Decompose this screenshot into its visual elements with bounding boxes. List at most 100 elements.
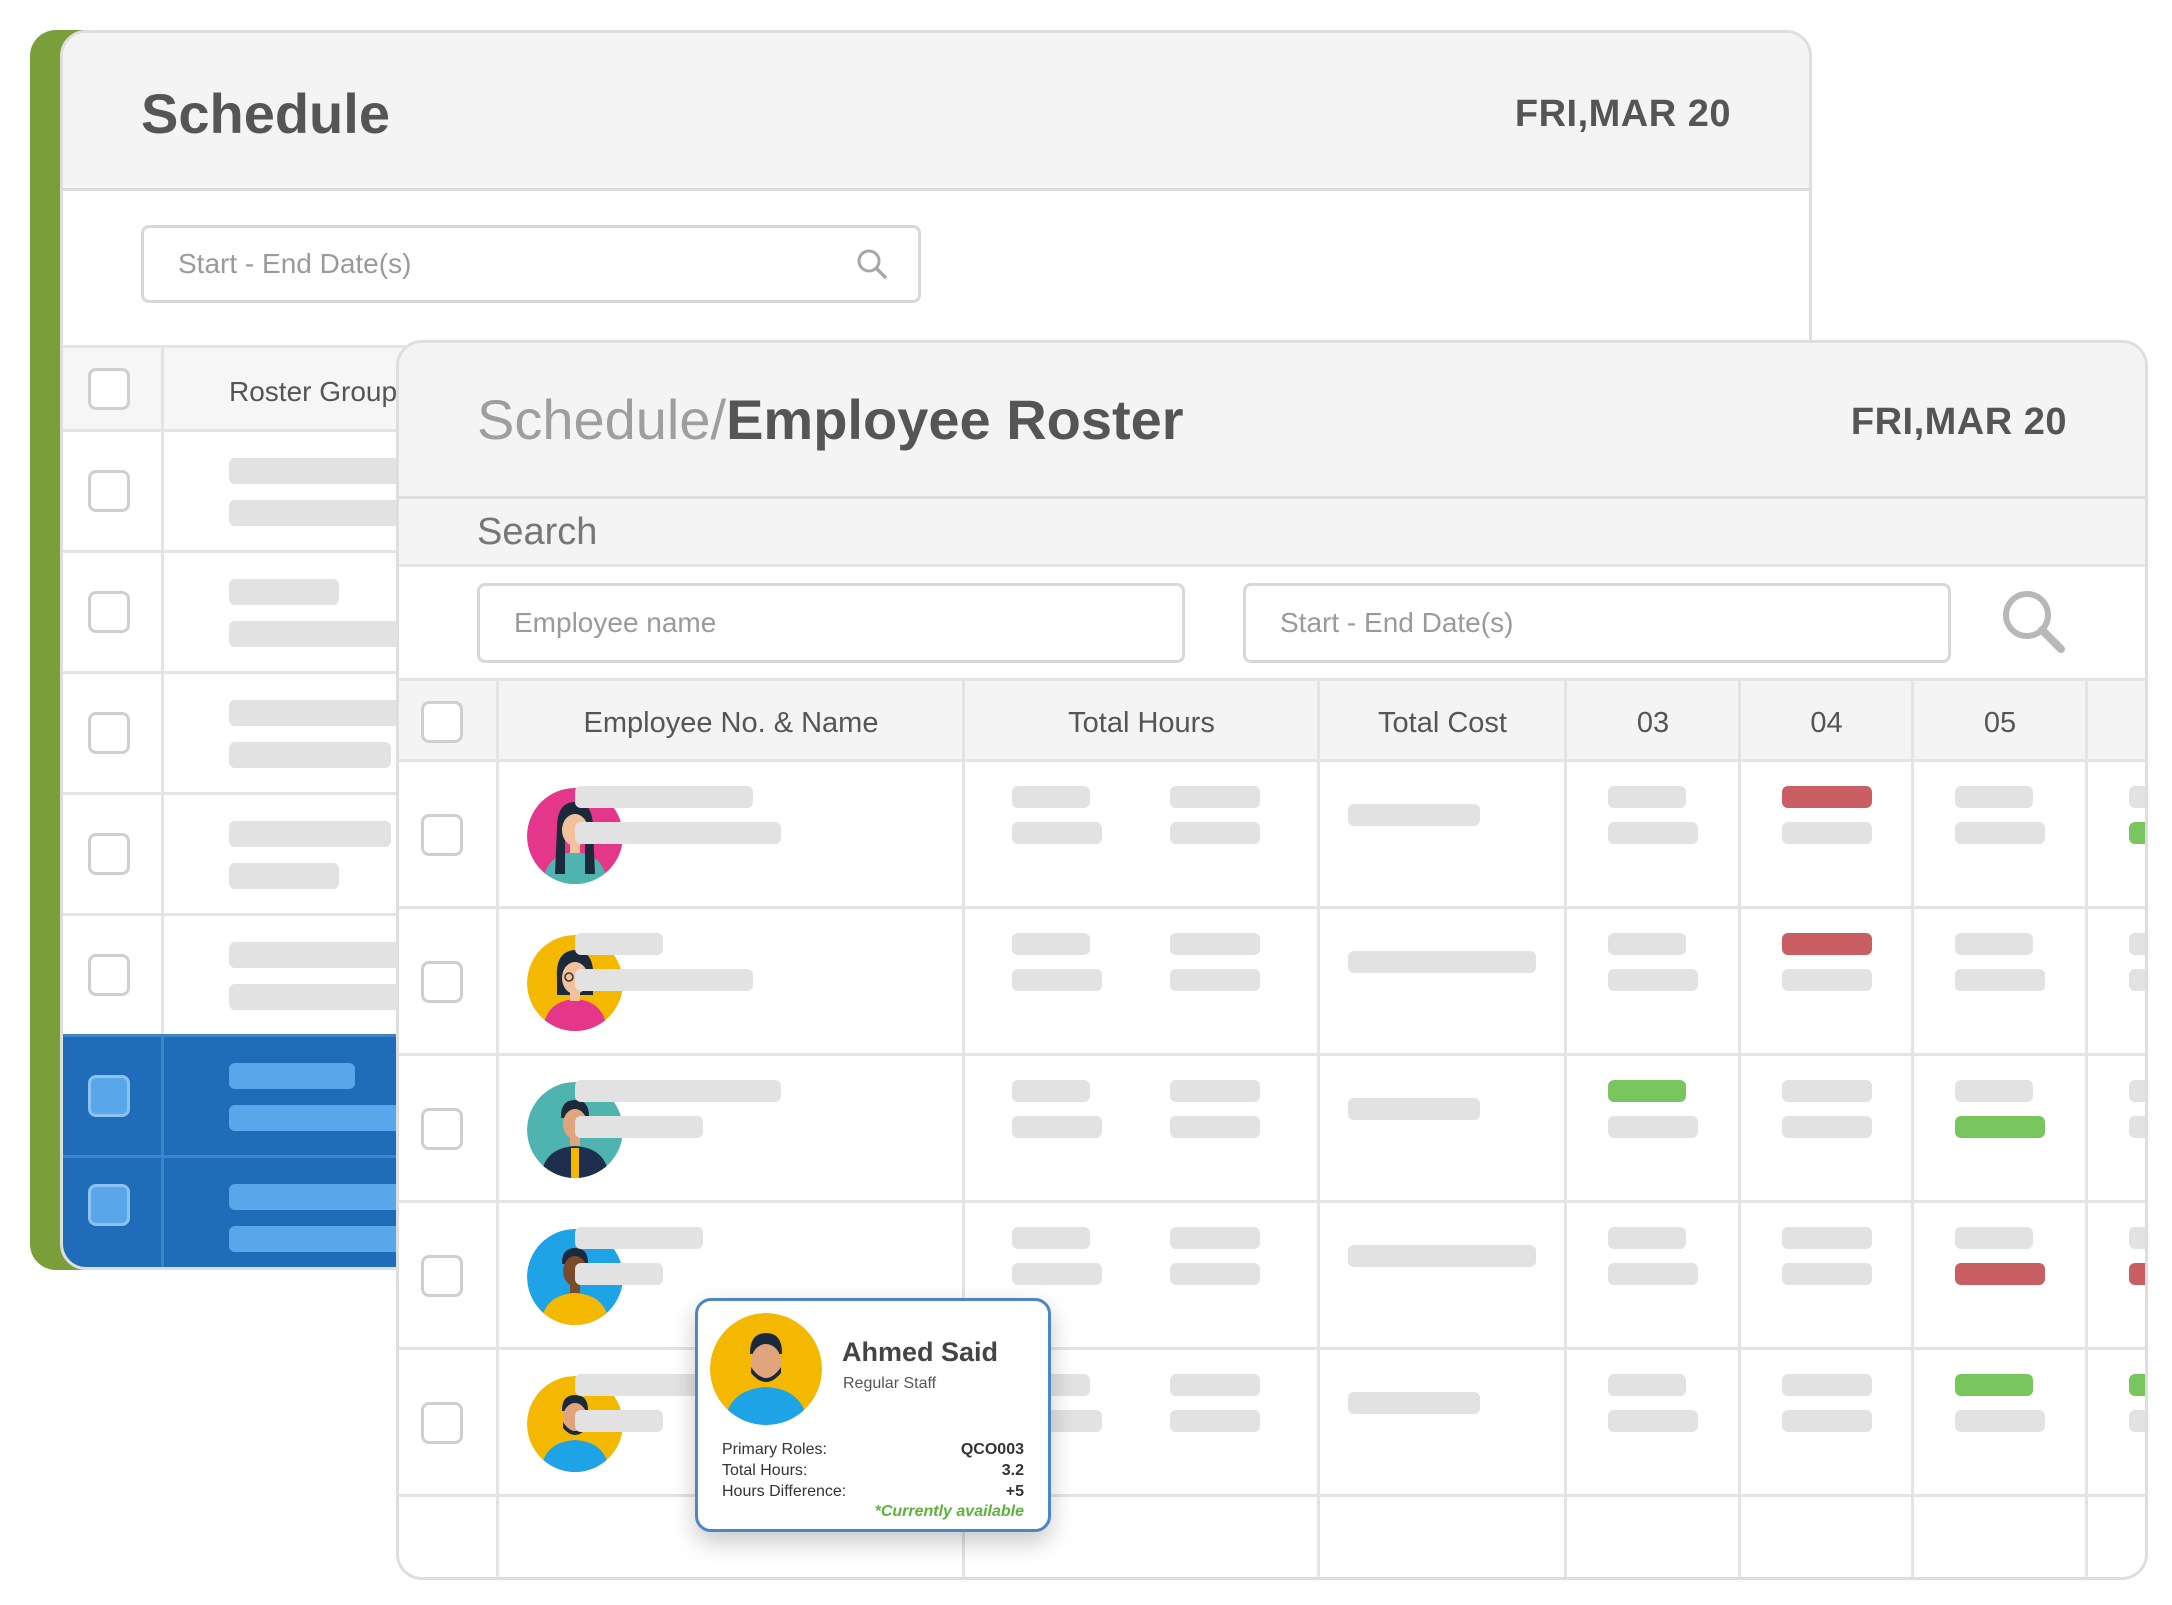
search-icon[interactable] [1999, 587, 2067, 655]
row-checkbox[interactable] [421, 1108, 463, 1150]
placeholder-bar [229, 621, 409, 647]
column-divider [161, 916, 164, 1034]
column-header-day-05[interactable]: 05 [1913, 681, 2087, 765]
select-all-checkbox[interactable] [421, 701, 463, 743]
column-divider [161, 674, 164, 792]
primary-roles-label: Primary Roles: [722, 1441, 827, 1458]
shift-bar-day-06[interactable] [2129, 969, 2145, 991]
schedule-header: Schedule FRI,MAR 20 [63, 33, 1809, 191]
column-header-employee[interactable]: Employee No. & Name [498, 681, 964, 765]
row-checkbox[interactable] [421, 961, 463, 1003]
shift-bar-day-06[interactable] [2129, 1374, 2145, 1396]
placeholder-bar [1955, 822, 2045, 844]
placeholder-bar [229, 984, 409, 1010]
placeholder-bar [1170, 969, 1260, 991]
search-section-header: Search [399, 499, 2145, 567]
placeholder-bar [229, 458, 409, 484]
header-date: FRI,MAR 20 [1514, 93, 1731, 135]
shift-bar-day-04[interactable] [1782, 1374, 1872, 1396]
shift-bar-day-04[interactable] [1782, 1080, 1872, 1102]
shift-bar-day-05[interactable] [1955, 1116, 2045, 1138]
placeholder-bar [229, 863, 339, 889]
placeholder-bar [2129, 1227, 2145, 1249]
table-row[interactable] [399, 1056, 2145, 1203]
placeholder-bar [1012, 822, 1102, 844]
shift-bar-day-03[interactable] [1608, 786, 1686, 808]
row-checkbox-checked[interactable] [88, 1075, 130, 1117]
date-range-input[interactable]: Start - End Date(s) [1243, 583, 1951, 663]
column-header-total-hours[interactable]: Total Hours [964, 681, 1319, 765]
shift-bar-day-03[interactable] [1608, 1080, 1686, 1102]
row-checkbox[interactable] [88, 954, 130, 996]
employee-info-card: Ahmed Said Regular Staff Primary Roles: … [695, 1298, 1051, 1532]
placeholder-bar [575, 1374, 703, 1396]
hours-difference-value: +5 [1005, 1483, 1024, 1500]
search-icon[interactable] [856, 248, 888, 280]
shift-bar-day-04[interactable] [1782, 1227, 1872, 1249]
table-row[interactable] [399, 1350, 2145, 1497]
placeholder-bar [2129, 933, 2145, 955]
placeholder-bar [1170, 822, 1260, 844]
search-label: Search [477, 511, 598, 553]
placeholder-bar [1955, 969, 2045, 991]
placeholder-bar [229, 1063, 355, 1089]
total-hours-label: Total Hours: [722, 1462, 808, 1479]
placeholder-bar [1782, 1410, 1872, 1432]
placeholder-bar [1608, 822, 1698, 844]
placeholder-bar [1608, 1410, 1698, 1432]
shift-bar-day-05[interactable] [1955, 1374, 2033, 1396]
placeholder-bar [1012, 786, 1090, 808]
shift-bar-day-04[interactable] [1782, 786, 1872, 808]
placeholder-bar [1608, 1116, 1698, 1138]
date-range-input[interactable]: Start - End Date(s) [141, 225, 921, 303]
row-checkbox[interactable] [88, 833, 130, 875]
row-checkbox[interactable] [88, 470, 130, 512]
shift-bar-day-06[interactable] [2129, 1116, 2145, 1138]
column-header-day-03[interactable]: 03 [1566, 681, 1740, 765]
placeholder-bar [1170, 1374, 1260, 1396]
placeholder-bar [1955, 1080, 2033, 1102]
shift-bar-day-05[interactable] [1955, 1263, 2045, 1285]
shift-bar-day-04[interactable] [1782, 933, 1872, 955]
column-header-total-cost[interactable]: Total Cost [1319, 681, 1566, 765]
placeholder-bar [1782, 1263, 1872, 1285]
page-title: Schedule [141, 82, 390, 145]
placeholder-bar [1348, 1098, 1480, 1120]
placeholder-bar [1348, 1245, 1536, 1267]
shift-bar-day-05[interactable] [1955, 786, 2033, 808]
placeholder-bar [2129, 1080, 2145, 1102]
table-row[interactable] [399, 762, 2145, 909]
shift-bar-day-03[interactable] [1608, 1227, 1686, 1249]
placeholder-bar [1955, 1410, 2045, 1432]
breadcrumb-parent[interactable]: Schedule/ [477, 388, 726, 451]
row-checkbox-checked[interactable] [88, 1184, 130, 1226]
placeholder-bar [1955, 1227, 2033, 1249]
shift-bar-day-05[interactable] [1955, 933, 2033, 955]
row-checkbox[interactable] [421, 814, 463, 856]
placeholder-bar [1170, 1263, 1260, 1285]
shift-bar-day-03[interactable] [1608, 933, 1686, 955]
row-checkbox[interactable] [421, 1402, 463, 1444]
row-checkbox[interactable] [88, 591, 130, 633]
employee-roster-table: Employee No. & Name Total Hours Total Co… [399, 678, 2145, 1577]
table-row[interactable] [399, 1203, 2145, 1350]
hours-difference-label: Hours Difference: [722, 1483, 847, 1500]
shift-bar-day-03[interactable] [1608, 1374, 1686, 1396]
select-all-checkbox[interactable] [88, 368, 130, 410]
row-checkbox[interactable] [421, 1255, 463, 1297]
column-header-day-04[interactable]: 04 [1740, 681, 1913, 765]
table-row[interactable] [399, 909, 2145, 1056]
shift-bar-day-06[interactable] [2129, 1263, 2145, 1285]
roster-header: Schedule/Employee Roster FRI,MAR 20 [399, 343, 2145, 499]
shift-bar-day-06[interactable] [2129, 822, 2145, 844]
employee-avatar [710, 1313, 822, 1425]
placeholder-bar [575, 1080, 781, 1102]
placeholder-bar [1782, 1116, 1872, 1138]
placeholder-bar [2129, 786, 2145, 808]
row-checkbox[interactable] [88, 712, 130, 754]
employee-name-input[interactable]: Employee name [477, 583, 1185, 663]
placeholder-bar [1782, 822, 1872, 844]
placeholder-bar [1170, 1410, 1260, 1432]
hours-difference-line: Hours Difference: +5 [722, 1483, 1024, 1501]
placeholder-bar [1170, 1080, 1260, 1102]
